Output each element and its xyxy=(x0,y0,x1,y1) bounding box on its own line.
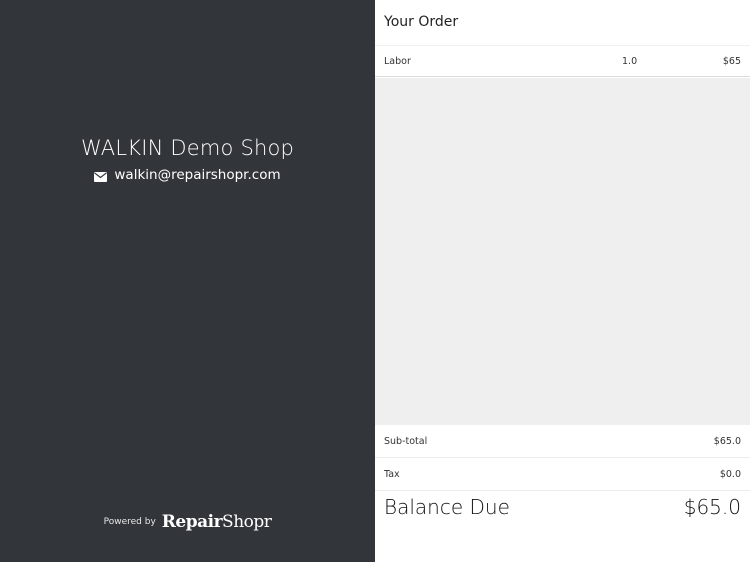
balance-due-row: Balance Due $65.0 xyxy=(375,491,750,523)
repairshopr-logo: RepairShopr xyxy=(161,512,272,532)
balance-due-value: $65.0 xyxy=(683,495,741,519)
tax-value: $0.0 xyxy=(719,468,741,480)
powered-by-label: Powered by xyxy=(103,517,156,527)
subtotal-label: Sub-total xyxy=(384,435,428,447)
tax-row: Tax $0.0 xyxy=(375,458,750,491)
shop-panel: WALKIN Demo Shop walkin@repairshopr.com … xyxy=(0,0,375,562)
item-quantity: 1.0 xyxy=(622,55,638,67)
item-price: $65 xyxy=(722,55,741,67)
subtotal-value: $65.0 xyxy=(713,435,741,447)
order-item-row: Labor 1.0 $65 xyxy=(375,45,750,77)
envelope-icon xyxy=(94,170,108,182)
tax-label: Tax xyxy=(384,468,400,480)
shop-email: walkin@repairshopr.com xyxy=(114,167,281,183)
order-title: Your Order xyxy=(384,14,459,30)
balance-due-label: Balance Due xyxy=(384,495,510,519)
order-items-empty-area xyxy=(375,78,750,425)
shop-email-line: walkin@repairshopr.com xyxy=(0,167,375,183)
powered-by: Powered by RepairShopr xyxy=(0,512,375,532)
order-panel: Your Order Labor 1.0 $65 Sub-total $65.0… xyxy=(375,0,750,562)
subtotal-row: Sub-total $65.0 xyxy=(375,425,750,458)
shop-name: WALKIN Demo Shop xyxy=(80,136,295,160)
item-name: Labor xyxy=(384,55,411,67)
